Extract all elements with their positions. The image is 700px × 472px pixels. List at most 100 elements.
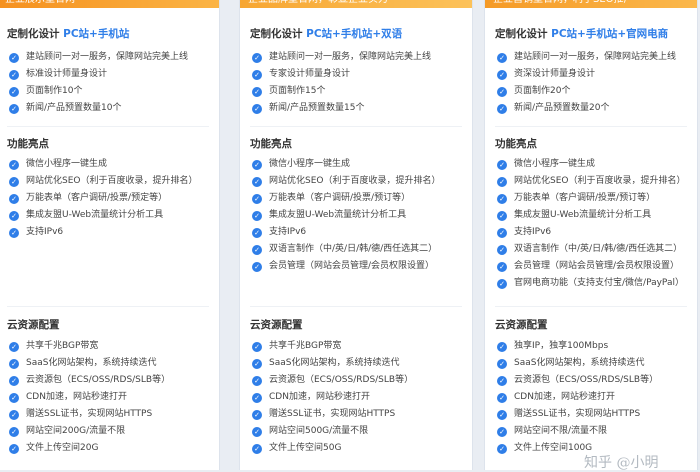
feature-item: ✓ 云资源包（ECS/OSS/RDS/SLB等） [252,372,472,389]
feature-item: ✓ 网站优化SEO（利于百度收录，提升排名） [9,173,219,190]
feature-text: SaaS化网站架构，系统持续迭代 [269,358,400,368]
feature-text: 会员管理（网站会员管理/会员权限设置） [514,261,680,271]
feature-text: 独享IP，独享100Mbps [514,341,609,351]
plan-feature-list: ✓ 建站顾问一对一服务，保障网站完美上线 ✓ 专家设计师量身设计 ✓ 页面制作15个 ✓ 新闻… [252,49,472,117]
feature-item: ✓ 建站顾问一对一服务，保障网站完美上线 [9,49,219,66]
feature-item: ✓ 建站顾问一对一服务，保障网站完美上线 [497,49,697,66]
cloud-section-title: 云资源配置 [7,319,60,331]
cloud-feature-list: ✓ 共享千兆BGP带宽 ✓ SaaS化网站架构，系统持续迭代 ✓ 云资源包（ECS/OSS… [252,338,472,457]
feature-item: ✓ 文件上传空间20G [9,440,219,457]
check-circle-icon: ✓ [252,86,262,97]
check-circle-icon: ✓ [9,227,19,238]
check-circle-icon: ✓ [9,159,19,170]
divider [495,306,687,307]
feature-item: ✓ 网站空间不限/流量不限 [497,423,697,440]
feature-text: 网站空间200G/流量不限 [26,426,126,436]
feature-text: 赠送SSL证书，实现网站HTTPS [26,409,153,419]
check-circle-icon: ✓ [497,52,507,63]
check-circle-icon: ✓ [252,52,262,63]
feature-item: ✓ SaaS化网站架构，系统持续迭代 [497,355,697,372]
feature-item: ✓ 文件上传空间50G [252,440,472,457]
feature-item: ✓ 万能表单（客户调研/投票/预定等） [9,190,219,207]
feature-item: ✓ 微信小程序一键生成 [252,156,472,173]
feature-text: 共享千兆BGP带宽 [26,341,99,351]
feature-text: 双语言制作（中/英/日/韩/德/西任选其二） [269,244,438,254]
check-circle-icon: ✓ [252,69,262,80]
feature-text: 共享千兆BGP带宽 [269,341,342,351]
func-feature-list: ✓ 微信小程序一键生成 ✓ 网站优化SEO（利于百度收录，提升排名） ✓ 万能表单（客户调… [9,156,219,241]
feature-text: 会员管理（网站会员管理/会员权限设置） [269,261,435,271]
feature-item: ✓ CDN加速，网站秒速打开 [497,389,697,406]
check-circle-icon: ✓ [252,244,262,255]
check-circle-icon: ✓ [497,176,507,187]
feature-item: ✓ 万能表单（客户调研/投票/预订等） [497,190,697,207]
check-circle-icon: ✓ [497,210,507,221]
feature-item: ✓ 支持IPv6 [9,224,219,241]
cloud-feature-list: ✓ 共享千兆BGP带宽 ✓ SaaS化网站架构，系统持续迭代 ✓ 云资源包（ECS/OSS… [9,338,219,457]
check-circle-icon: ✓ [252,341,262,352]
feature-text: 集成友盟U-Web流量统计分析工具 [26,210,164,220]
feature-text: 支持IPv6 [269,227,307,237]
check-circle-icon: ✓ [252,443,262,454]
feature-text: 万能表单（客户调研/投票/预定等） [26,193,168,203]
feature-text: 网站空间不限/流量不限 [514,426,608,436]
feature-item: ✓ 双语言制作（中/英/日/韩/德/西任选其二） [252,241,472,258]
feature-item: ✓ 双语言制作（中/英/日/韩/德/西任选其二） [497,241,697,258]
feature-text: 集成友盟U-Web流量统计分析工具 [514,210,652,220]
feature-item: ✓ 共享千兆BGP带宽 [9,338,219,355]
feature-text: 官网电商功能（支持支付宝/微信/PayPal） [514,278,684,288]
check-circle-icon: ✓ [497,193,507,204]
check-circle-icon: ✓ [9,443,19,454]
feature-text: 专家设计师量身设计 [269,69,351,79]
check-circle-icon: ✓ [9,103,19,114]
check-circle-icon: ✓ [9,409,19,420]
feature-item: ✓ 共享千兆BGP带宽 [252,338,472,355]
check-circle-icon: ✓ [497,86,507,97]
feature-text: 页面制作10个 [26,86,83,96]
feature-item: ✓ 资深设计师量身设计 [497,66,697,83]
feature-text: 云资源包（ECS/OSS/RDS/SLB等） [269,375,414,385]
feature-item: ✓ 页面制作20个 [497,83,697,100]
check-circle-icon: ✓ [252,193,262,204]
feature-item: ✓ 建站顾问一对一服务，保障网站完美上线 [252,49,472,66]
check-circle-icon: ✓ [497,341,507,352]
feature-text: 万能表单（客户调研/投票/预订等） [514,193,656,203]
plan-title: 定制化设计 PC站+手机站 [7,28,130,40]
feature-item: ✓ 会员管理（网站会员管理/会员权限设置） [252,258,472,275]
plan-title: 定制化设计 PC站+手机站+双语 [250,28,403,40]
feature-item: ✓ 官网电商功能（支持支付宝/微信/PayPal） [497,275,697,292]
check-circle-icon: ✓ [252,159,262,170]
check-circle-icon: ✓ [9,358,19,369]
plan-banner: 企业营销型官网，利于SEO推广 [485,0,697,8]
feature-text: 万能表单（客户调研/投票/预订等） [269,193,411,203]
check-circle-icon: ✓ [9,52,19,63]
feature-item: ✓ 独享IP，独享100Mbps [497,338,697,355]
feature-item: ✓ 云资源包（ECS/OSS/RDS/SLB等） [9,372,219,389]
func-feature-list: ✓ 微信小程序一键生成 ✓ 网站优化SEO（利于百度收录，提升排名） ✓ 万能表单（客户调… [497,156,697,292]
check-circle-icon: ✓ [9,176,19,187]
check-circle-icon: ✓ [252,426,262,437]
check-circle-icon: ✓ [252,103,262,114]
check-circle-icon: ✓ [497,358,507,369]
check-circle-icon: ✓ [497,409,507,420]
feature-text: 新闻/产品预置数量20个 [514,103,610,113]
feature-item: ✓ 支持IPv6 [497,224,697,241]
divider [250,306,462,307]
feature-text: 资深设计师量身设计 [514,69,596,79]
feature-text: 赠送SSL证书，实现网站HTTPS [269,409,396,419]
divider [495,126,687,127]
check-circle-icon: ✓ [9,86,19,97]
check-circle-icon: ✓ [497,69,507,80]
check-circle-icon: ✓ [497,227,507,238]
check-circle-icon: ✓ [9,341,19,352]
feature-text: CDN加速，网站秒速打开 [269,392,370,402]
feature-text: 文件上传空间50G [269,443,342,453]
check-circle-icon: ✓ [9,210,19,221]
cloud-section-title: 云资源配置 [250,319,303,331]
check-circle-icon: ✓ [9,392,19,403]
feature-item: ✓ 网站空间500G/流量不限 [252,423,472,440]
feature-text: 云资源包（ECS/OSS/RDS/SLB等） [514,375,659,385]
feature-text: 新闻/产品预置数量10个 [26,103,122,113]
plan-card-basic: 企业展示型官网 定制化设计 PC站+手机站 ✓ 建站顾问一对一服务，保障网站完美上… [0,0,220,470]
check-circle-icon: ✓ [497,443,507,454]
